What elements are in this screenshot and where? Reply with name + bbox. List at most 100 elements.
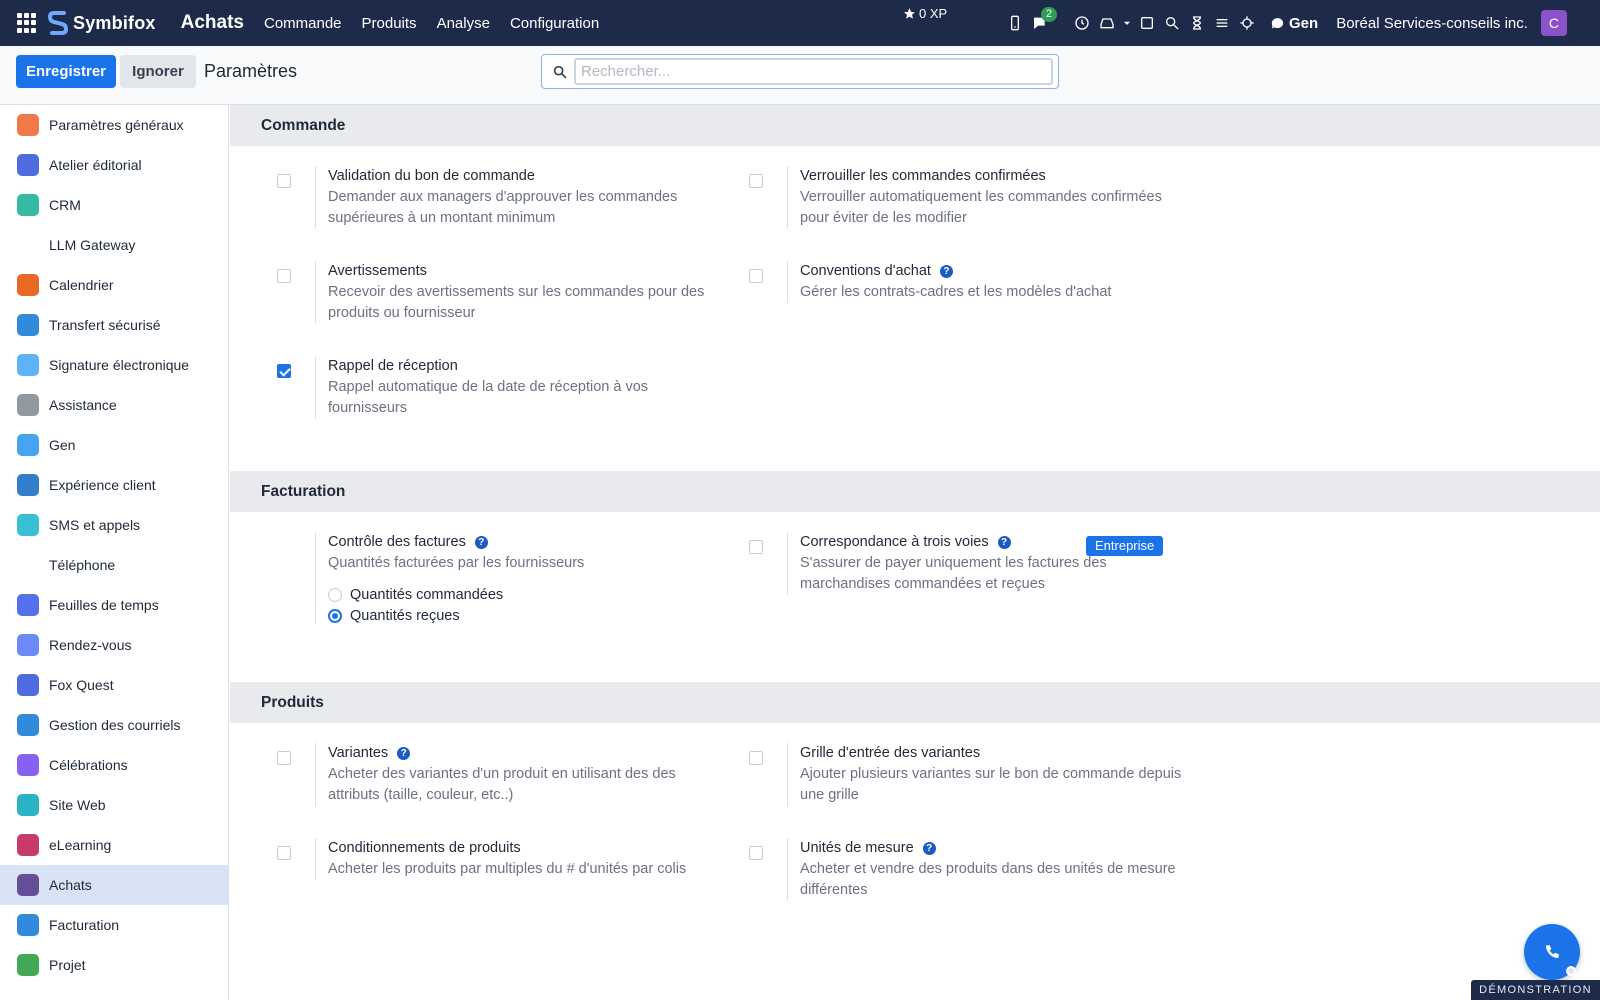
setting-title-text: Unités de mesure xyxy=(800,840,914,856)
checkbox[interactable] xyxy=(277,174,291,188)
sliders-icon[interactable] xyxy=(1212,13,1232,33)
icon-placeholder xyxy=(17,234,39,256)
note-icon[interactable] xyxy=(1137,13,1157,33)
brand-name: Symbifox xyxy=(73,12,156,33)
sidebar-item-label: Feuilles de temps xyxy=(49,597,159,613)
setting-description: Recevoir des avertissements sur les comm… xyxy=(328,284,705,321)
sidebar-item-20[interactable]: Facturation xyxy=(0,905,228,945)
setting-description: Acheter les produits par multiples du # … xyxy=(328,861,687,877)
search-icon[interactable] xyxy=(1162,13,1182,33)
checkbox[interactable] xyxy=(277,364,291,378)
sidebar-item-4[interactable]: Calendrier xyxy=(0,265,228,305)
sidebar-item-label: Facturation xyxy=(49,917,120,933)
settings-content: Commande Validation du bon de commande D… xyxy=(230,105,1600,1000)
help-icon[interactable]: ? xyxy=(939,265,953,278)
company-switcher[interactable]: Boréal Services-conseils inc. xyxy=(1336,15,1528,32)
top-navbar: Symbifox Achats Commande Produits Analys… xyxy=(0,0,1600,46)
setting-title: Validation du bon de commande xyxy=(328,168,535,184)
menu-configuration[interactable]: Configuration xyxy=(510,15,599,32)
sidebar-item-label: LLM Gateway xyxy=(49,237,136,253)
setting-title: Unités de mesure? xyxy=(800,838,1189,859)
checkbox[interactable] xyxy=(749,540,763,554)
sidebar-item-0[interactable]: Paramètres généraux xyxy=(0,105,228,145)
bug-icon[interactable] xyxy=(1237,13,1257,33)
brand[interactable]: Symbifox xyxy=(48,11,156,35)
settings-hex-icon xyxy=(17,114,39,136)
enterprise-badge: Entreprise xyxy=(1086,536,1164,556)
purchase-icon xyxy=(17,874,39,896)
sidebar-item-11[interactable]: Téléphone xyxy=(0,545,228,585)
apps-grid-icon[interactable] xyxy=(17,13,37,33)
sidebar-item-19[interactable]: Achats xyxy=(0,865,228,905)
sidebar-item-label: Achats xyxy=(49,877,92,893)
setting-validation-bon-commande: Validation du bon de commande Demander a… xyxy=(277,166,717,229)
sidebar-item-2[interactable]: CRM xyxy=(0,185,228,225)
sidebar-item-6[interactable]: Signature électronique xyxy=(0,345,228,385)
section-header-facturation: Facturation xyxy=(230,471,1600,512)
timesheet-icon xyxy=(17,594,39,616)
control-panel: Enregistrer Ignorer Paramètres xyxy=(0,46,1600,105)
checkbox[interactable] xyxy=(277,751,291,765)
help-icon[interactable]: ? xyxy=(474,536,488,549)
avatar-initial: C xyxy=(1548,15,1559,31)
help-icon[interactable]: ? xyxy=(397,747,411,760)
sidebar-item-12[interactable]: Feuilles de temps xyxy=(0,585,228,625)
radio-button[interactable] xyxy=(328,609,342,623)
chat-icon[interactable]: 2 xyxy=(1030,7,1058,33)
menu-analyse[interactable]: Analyse xyxy=(437,15,490,32)
top-menu: Commande Produits Analyse Configuration xyxy=(264,15,619,32)
fox-quest-icon xyxy=(17,674,39,696)
help-icon[interactable]: ? xyxy=(997,536,1011,549)
setting-title: Rappel de réception xyxy=(328,358,458,374)
search-input[interactable] xyxy=(574,58,1053,85)
xp-counter[interactable]: 0 XP xyxy=(903,6,947,21)
save-button[interactable]: Enregistrer xyxy=(16,55,116,88)
gen-button[interactable]: Gen xyxy=(1270,15,1318,32)
radio-quantites-recues[interactable]: Quantités reçues xyxy=(328,608,584,624)
sidebar-item-9[interactable]: Expérience client xyxy=(0,465,228,505)
checkbox[interactable] xyxy=(277,269,291,283)
setting-body: Conditionnements de produits Acheter les… xyxy=(315,838,686,880)
hourglass-icon[interactable] xyxy=(1187,13,1207,33)
sidebar-item-label: Gestion des courriels xyxy=(49,717,181,733)
checkbox[interactable] xyxy=(749,751,763,765)
lifebuoy-icon xyxy=(17,394,39,416)
sidebar-item-18[interactable]: eLearning xyxy=(0,825,228,865)
sidebar-item-14[interactable]: Fox Quest xyxy=(0,665,228,705)
setting-description: S'assurer de payer uniquement les factur… xyxy=(800,555,1107,592)
secure-transfer-icon xyxy=(17,314,39,336)
checkbox[interactable] xyxy=(749,846,763,860)
radio-button[interactable] xyxy=(328,588,342,602)
radio-quantites-commandees[interactable]: Quantités commandées xyxy=(328,587,584,603)
symbifox-logo-icon xyxy=(48,11,69,35)
sidebar-item-16[interactable]: Célébrations xyxy=(0,745,228,785)
avatar[interactable]: C xyxy=(1540,10,1567,36)
sidebar-item-8[interactable]: Gen xyxy=(0,425,228,465)
checkbox[interactable] xyxy=(749,174,763,188)
discard-button[interactable]: Ignorer xyxy=(120,55,196,88)
checkbox[interactable] xyxy=(749,269,763,283)
sidebar-item-5[interactable]: Transfert sécurisé xyxy=(0,305,228,345)
sidebar-item-21[interactable]: Projet xyxy=(0,945,228,985)
sidebar-item-10[interactable]: SMS et appels xyxy=(0,505,228,545)
sidebar-item-3[interactable]: LLM Gateway xyxy=(0,225,228,265)
sidebar-item-7[interactable]: Assistance xyxy=(0,385,228,425)
clock-icon[interactable] xyxy=(1072,13,1092,33)
mobile-icon[interactable] xyxy=(1005,13,1025,33)
checkbox[interactable] xyxy=(277,846,291,860)
sidebar-item-label: eLearning xyxy=(49,837,112,853)
menu-produits[interactable]: Produits xyxy=(362,15,417,32)
inbox-icon[interactable] xyxy=(1097,13,1117,33)
phone-icon xyxy=(1546,945,1559,958)
help-icon[interactable]: ? xyxy=(922,842,936,855)
app-title[interactable]: Achats xyxy=(181,12,244,34)
star-icon xyxy=(904,8,915,19)
menu-commande[interactable]: Commande xyxy=(264,15,342,32)
sidebar-item-17[interactable]: Site Web xyxy=(0,785,228,825)
caret-down-icon[interactable] xyxy=(1122,13,1132,33)
sidebar-item-13[interactable]: Rendez-vous xyxy=(0,625,228,665)
sidebar-item-15[interactable]: Gestion des courriels xyxy=(0,705,228,745)
invoicing-icon xyxy=(17,914,39,936)
setting-title: Avertissements xyxy=(328,263,427,279)
sidebar-item-1[interactable]: Atelier éditorial xyxy=(0,145,228,185)
